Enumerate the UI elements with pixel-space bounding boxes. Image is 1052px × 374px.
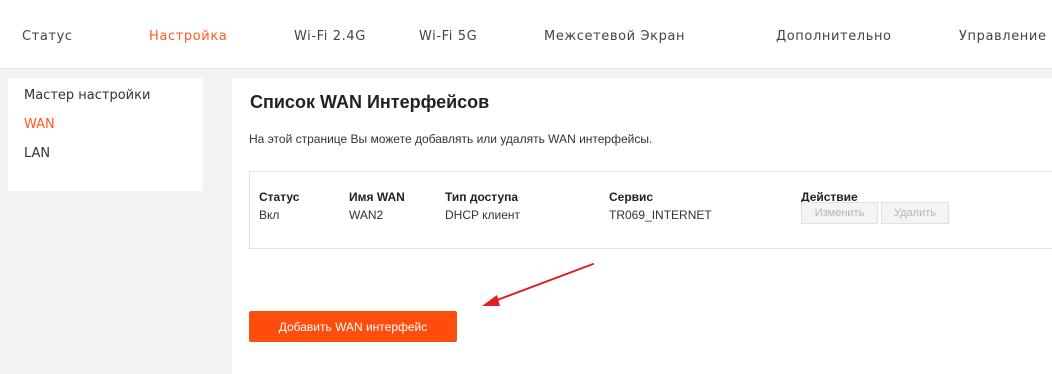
sidebar-item-setup-wizard[interactable]: Мастер настройки [24, 88, 150, 103]
column-header-status: Статус [259, 190, 300, 204]
page-title: Список WAN Интерфейсов [250, 92, 490, 112]
delete-button[interactable]: Удалить [881, 202, 949, 224]
nav-tab-management[interactable]: Управление [959, 29, 1047, 44]
row-wan-name: WAN2 [349, 208, 384, 222]
column-header-access-type: Тип доступа [445, 190, 519, 204]
row-service: TR069_INTERNET [609, 208, 712, 222]
row-access-type: DHCP клиент [445, 208, 521, 222]
main-content: Список WAN Интерфейсов На этой странице … [232, 78, 1052, 374]
nav-tab-wifi-24g[interactable]: Wi-Fi 2.4G [294, 29, 366, 44]
sidebar-item-lan[interactable]: LAN [24, 146, 50, 161]
nav-tab-firewall[interactable]: Межсетевой Экран [544, 29, 685, 44]
nav-tab-status[interactable]: Статус [22, 29, 73, 44]
column-header-wan-name: Имя WAN [349, 190, 405, 204]
row-status: Вкл [259, 208, 280, 222]
nav-tab-setup[interactable]: Настройка [149, 29, 227, 44]
edit-button[interactable]: Изменить [801, 202, 878, 224]
page-description: На этой странице Вы можете добавлять или… [249, 132, 653, 146]
column-header-service: Сервис [609, 190, 654, 204]
sidebar-item-wan[interactable]: WAN [24, 117, 55, 132]
wan-interface-table: Статус Имя WAN Тип доступа Сервис Действ… [249, 171, 1052, 249]
add-wan-interface-button[interactable]: Добавить WAN интерфейс [249, 311, 457, 342]
top-navigation: Статус Настройка Wi-Fi 2.4G Wi-Fi 5G Меж… [0, 0, 1052, 69]
nav-tab-advanced[interactable]: Дополнительно [776, 29, 892, 44]
nav-tab-wifi-5g[interactable]: Wi-Fi 5G [419, 29, 477, 44]
sidebar: Мастер настройки WAN LAN [8, 78, 203, 191]
